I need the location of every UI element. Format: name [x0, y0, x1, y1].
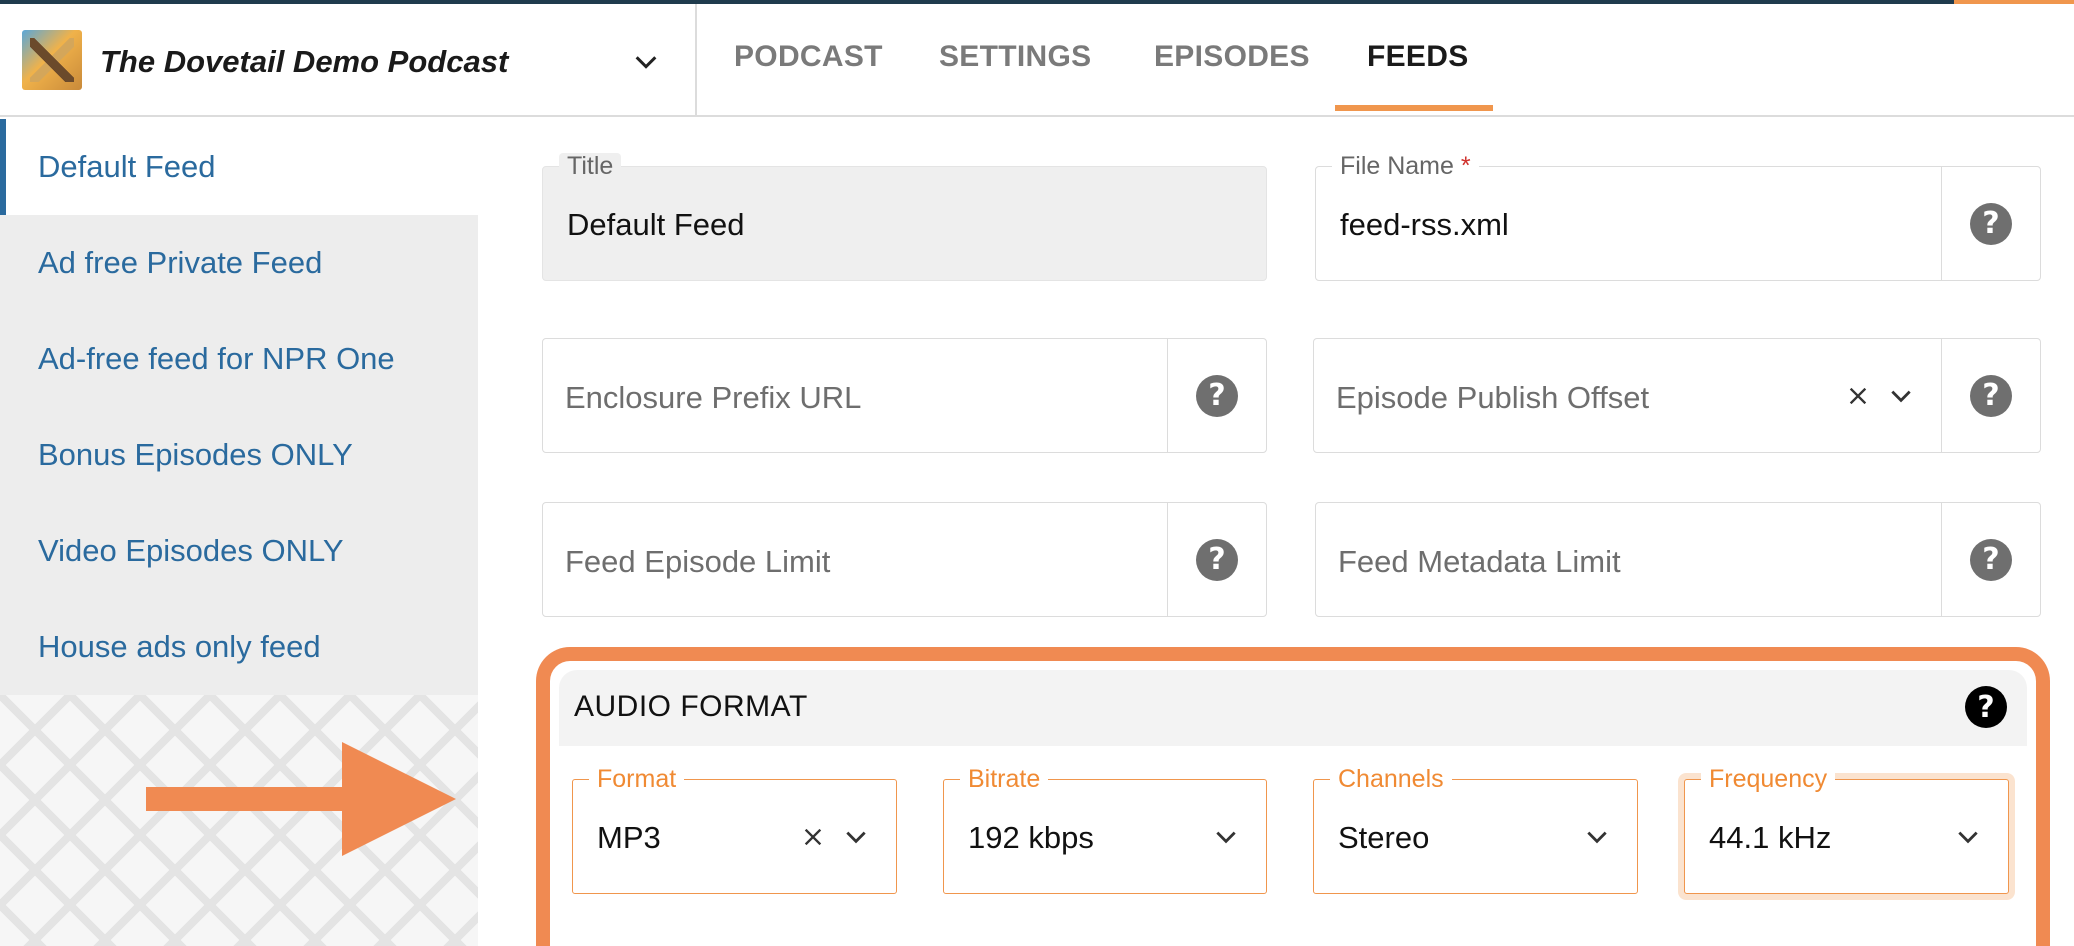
episode-publish-offset-placeholder: Episode Publish Offset: [1336, 380, 1650, 415]
feed-metadata-limit-field[interactable]: Feed Metadata Limit ?: [1315, 502, 2041, 617]
sidebar-item-default-feed[interactable]: Default Feed: [0, 119, 478, 215]
frequency-label: Frequency: [1701, 766, 1836, 792]
bitrate-select[interactable]: Bitrate 192 kbps: [943, 766, 1267, 894]
podcast-logo: [22, 30, 82, 90]
chevron-down-icon[interactable]: [1213, 824, 1239, 850]
audio-format-header: AUDIO FORMAT ?: [559, 670, 2027, 746]
feed-episode-limit-field[interactable]: Feed Episode Limit ?: [542, 502, 1267, 617]
file-name-value: feed-rss.xml: [1340, 207, 1509, 242]
tab-feeds[interactable]: FEEDS: [1367, 40, 1469, 74]
format-value: MP3: [597, 820, 661, 855]
file-name-field[interactable]: File Name * feed-rss.xml ?: [1315, 153, 2041, 281]
sidebar-item-house-ads[interactable]: House ads only feed: [0, 599, 478, 695]
chevron-down-icon[interactable]: [632, 48, 660, 76]
app-header: The Dovetail Demo Podcast PODCAST SETTIN…: [0, 4, 2074, 117]
episode-publish-offset-help[interactable]: ?: [1941, 339, 2040, 452]
frequency-value: 44.1 kHz: [1709, 820, 1832, 855]
enclosure-prefix-url-placeholder: Enclosure Prefix URL: [565, 380, 862, 415]
chevron-down-icon[interactable]: [1955, 824, 1981, 850]
tab-podcast[interactable]: PODCAST: [734, 40, 883, 74]
channels-select[interactable]: Channels Stereo: [1313, 766, 1638, 894]
format-label: Format: [589, 766, 685, 792]
arrow-right-icon: [146, 742, 456, 856]
chevron-down-icon[interactable]: [843, 824, 869, 850]
sidebar-item-ad-free-npr-one[interactable]: Ad-free feed for NPR One: [0, 311, 478, 407]
help-icon[interactable]: ?: [1970, 202, 2012, 245]
help-icon[interactable]: ?: [1970, 538, 2012, 581]
help-icon[interactable]: ?: [1196, 374, 1238, 417]
enclosure-prefix-help[interactable]: ?: [1167, 339, 1266, 452]
sidebar-item-video-episodes[interactable]: Video Episodes ONLY: [0, 503, 478, 599]
podcast-title: The Dovetail Demo Podcast: [100, 44, 509, 79]
clear-icon[interactable]: [802, 826, 824, 848]
sidebar-item-bonus-episodes[interactable]: Bonus Episodes ONLY: [0, 407, 478, 503]
help-icon[interactable]: ?: [1196, 538, 1238, 581]
sidebar-item-ad-free-private-feed[interactable]: Ad free Private Feed: [0, 215, 478, 311]
bitrate-value: 192 kbps: [968, 820, 1094, 855]
active-tab-indicator: [1335, 105, 1493, 111]
help-icon[interactable]: ?: [1970, 374, 2012, 417]
file-name-help[interactable]: ?: [1941, 167, 2040, 280]
audio-format-panel: AUDIO FORMAT ? Format MP3 Bitrate 192 kb…: [559, 670, 2027, 926]
audio-format-help[interactable]: ?: [1965, 686, 2007, 728]
bitrate-label: Bitrate: [960, 766, 1049, 792]
feed-episode-limit-placeholder: Feed Episode Limit: [565, 544, 831, 579]
tab-episodes[interactable]: EPISODES: [1154, 40, 1310, 74]
channels-label: Channels: [1330, 766, 1452, 792]
feed-metadata-limit-help[interactable]: ?: [1941, 503, 2040, 616]
help-icon[interactable]: ?: [1965, 686, 2007, 728]
format-select[interactable]: Format MP3: [572, 766, 897, 894]
audio-format-heading: AUDIO FORMAT: [574, 690, 808, 723]
chevron-down-icon[interactable]: [1888, 383, 1914, 409]
file-name-label: File Name *: [1332, 153, 1479, 179]
feed-metadata-limit-placeholder: Feed Metadata Limit: [1338, 544, 1621, 579]
title-label: Title: [559, 153, 622, 179]
frequency-select[interactable]: Frequency 44.1 kHz: [1684, 766, 2009, 894]
title-value: Default Feed: [567, 207, 745, 242]
clear-icon[interactable]: [1847, 385, 1869, 407]
chevron-down-icon[interactable]: [1584, 824, 1610, 850]
podcast-switcher[interactable]: The Dovetail Demo Podcast: [0, 4, 697, 117]
tab-settings[interactable]: SETTINGS: [939, 40, 1091, 74]
channels-value: Stereo: [1338, 820, 1430, 855]
title-field[interactable]: Title Default Feed: [542, 153, 1267, 281]
feed-episode-limit-help[interactable]: ?: [1167, 503, 1266, 616]
enclosure-prefix-url-field[interactable]: Enclosure Prefix URL ?: [542, 338, 1267, 453]
episode-publish-offset-select[interactable]: Episode Publish Offset ?: [1313, 338, 2041, 453]
